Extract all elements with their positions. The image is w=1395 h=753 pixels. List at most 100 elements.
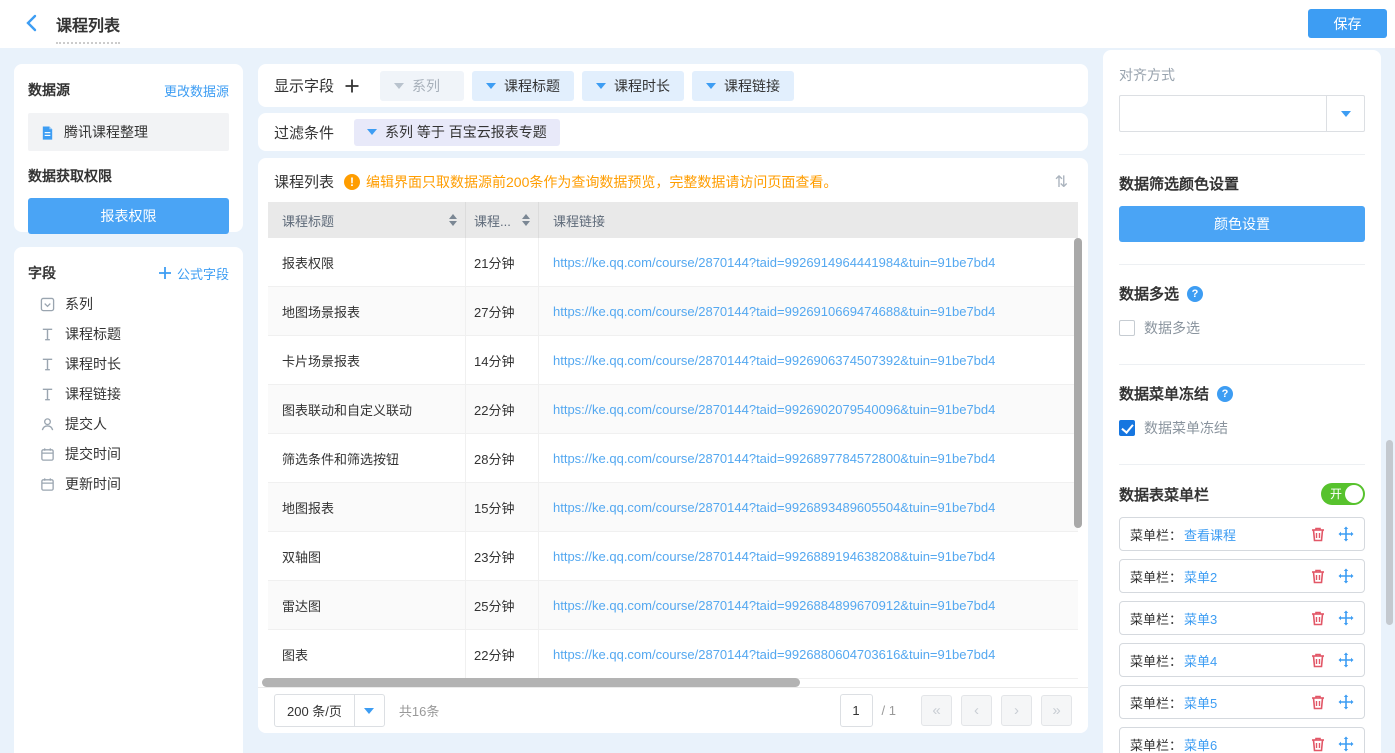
menu-item[interactable]: 菜单栏： 菜单4 xyxy=(1119,643,1365,677)
move-icon[interactable] xyxy=(1338,736,1354,752)
multi-select-checkbox-row[interactable]: 数据多选 xyxy=(1119,318,1365,338)
save-button[interactable]: 保存 xyxy=(1308,9,1387,38)
prev-page-button[interactable]: ‹ xyxy=(961,695,992,726)
sort-icon[interactable] xyxy=(522,214,530,226)
add-display-field-icon[interactable] xyxy=(344,78,360,94)
back-icon[interactable] xyxy=(22,13,42,33)
change-datasource-link[interactable]: 更改数据源 xyxy=(164,81,229,100)
chevron-down-icon xyxy=(367,129,377,135)
chevron-down-icon xyxy=(486,83,496,89)
select-field-icon xyxy=(40,297,55,312)
page-title: 课程列表 xyxy=(56,12,120,44)
menu-item[interactable]: 菜单栏： 菜单3 xyxy=(1119,601,1365,635)
multi-select-checkbox-label: 数据多选 xyxy=(1144,318,1200,338)
page-number-input[interactable]: 1 xyxy=(840,694,873,727)
menu-item-value[interactable]: 菜单6 xyxy=(1184,735,1217,753)
chevron-down-icon xyxy=(596,83,606,89)
menu-item-prefix: 菜单栏： xyxy=(1130,651,1182,670)
field-item[interactable]: 课程标题 xyxy=(28,319,229,349)
course-link[interactable]: https://ke.qq.com/course/2870144?taid=99… xyxy=(553,647,995,662)
color-settings-button[interactable]: 颜色设置 xyxy=(1119,206,1365,242)
move-icon[interactable] xyxy=(1338,568,1354,584)
display-fields-bar: 显示字段 系列 课程标题 课程时长 课程链接 xyxy=(258,64,1088,107)
display-field-tag[interactable]: 系列 xyxy=(380,71,464,101)
menubar-toggle-on[interactable]: 开 xyxy=(1321,483,1365,505)
cell-course-duration: 15分钟 xyxy=(466,483,539,531)
column-header-title[interactable]: 课程标题 xyxy=(268,202,466,238)
last-page-button[interactable]: » xyxy=(1041,695,1072,726)
help-icon[interactable]: ? xyxy=(1187,286,1203,302)
next-page-button[interactable]: › xyxy=(1001,695,1032,726)
page-size-select[interactable]: 200 条/页 xyxy=(274,694,385,727)
table-vertical-scrollbar[interactable] xyxy=(1074,238,1082,528)
display-field-tag[interactable]: 课程时长 xyxy=(582,71,684,101)
course-link[interactable]: https://ke.qq.com/course/2870144?taid=99… xyxy=(553,353,995,368)
field-item[interactable]: 课程时长 xyxy=(28,349,229,379)
move-icon[interactable] xyxy=(1338,652,1354,668)
checkbox-checked[interactable] xyxy=(1119,420,1135,436)
checkbox-unchecked[interactable] xyxy=(1119,320,1135,336)
menu-item-value[interactable]: 菜单3 xyxy=(1184,609,1217,628)
delete-icon[interactable] xyxy=(1310,736,1326,752)
text-field-icon xyxy=(40,357,55,372)
table-row: 雷达图 25分钟 https://ke.qq.com/course/287014… xyxy=(268,581,1078,630)
person-icon xyxy=(40,417,55,432)
menu-item[interactable]: 菜单栏： 菜单6 xyxy=(1119,727,1365,753)
delete-icon[interactable] xyxy=(1310,568,1326,584)
menu-item-prefix: 菜单栏： xyxy=(1130,735,1182,753)
menu-item-value[interactable]: 查看课程 xyxy=(1184,525,1236,544)
course-link[interactable]: https://ke.qq.com/course/2870144?taid=99… xyxy=(553,402,995,417)
menu-item-prefix: 菜单栏： xyxy=(1130,567,1182,586)
file-icon xyxy=(40,125,55,140)
menu-freeze-checkbox-row[interactable]: 数据菜单冻结 xyxy=(1119,418,1365,438)
page-scrollbar[interactable] xyxy=(1386,440,1393,625)
sort-order-icon[interactable]: ⇅ xyxy=(1055,172,1072,192)
field-label: 课程时长 xyxy=(65,354,121,374)
cell-course-link: https://ke.qq.com/course/2870144?taid=99… xyxy=(539,434,1078,482)
delete-icon[interactable] xyxy=(1310,610,1326,626)
add-formula-field-link[interactable]: 公式字段 xyxy=(158,264,229,283)
cell-course-duration: 23分钟 xyxy=(466,532,539,580)
calendar-icon xyxy=(40,477,55,492)
filter-condition-tag[interactable]: 系列 等于 百宝云报表专题 xyxy=(354,119,560,146)
move-icon[interactable] xyxy=(1338,526,1354,542)
course-link[interactable]: https://ke.qq.com/course/2870144?taid=99… xyxy=(553,500,995,515)
delete-icon[interactable] xyxy=(1310,526,1326,542)
table-horizontal-scrollbar[interactable] xyxy=(262,678,800,687)
display-field-tag[interactable]: 课程标题 xyxy=(472,71,574,101)
align-label: 对齐方式 xyxy=(1119,65,1365,85)
cell-course-link: https://ke.qq.com/course/2870144?taid=99… xyxy=(539,385,1078,433)
first-page-button[interactable]: « xyxy=(921,695,952,726)
delete-icon[interactable] xyxy=(1310,652,1326,668)
help-icon[interactable]: ? xyxy=(1217,386,1233,402)
menu-item[interactable]: 菜单栏： 菜单2 xyxy=(1119,559,1365,593)
cell-course-title: 报表权限 xyxy=(268,238,466,286)
move-icon[interactable] xyxy=(1338,694,1354,710)
course-link[interactable]: https://ke.qq.com/course/2870144?taid=99… xyxy=(553,549,995,564)
menu-item-prefix: 菜单栏： xyxy=(1130,609,1182,628)
datasource-item[interactable]: 腾讯课程整理 xyxy=(28,113,229,151)
report-permission-button[interactable]: 报表权限 xyxy=(28,198,229,234)
cell-course-duration: 28分钟 xyxy=(466,434,539,482)
delete-icon[interactable] xyxy=(1310,694,1326,710)
field-item[interactable]: 提交时间 xyxy=(28,439,229,469)
column-header-duration[interactable]: 课程... xyxy=(466,202,539,238)
menu-item-value[interactable]: 菜单5 xyxy=(1184,693,1217,712)
move-icon[interactable] xyxy=(1338,610,1354,626)
course-link[interactable]: https://ke.qq.com/course/2870144?taid=99… xyxy=(553,451,995,466)
field-item[interactable]: 系列 xyxy=(28,289,229,319)
table-title: 课程列表 xyxy=(274,171,334,192)
course-link[interactable]: https://ke.qq.com/course/2870144?taid=99… xyxy=(553,304,995,319)
field-item[interactable]: 课程链接 xyxy=(28,379,229,409)
field-item[interactable]: 更新时间 xyxy=(28,469,229,499)
menu-item[interactable]: 菜单栏： 查看课程 xyxy=(1119,517,1365,551)
menu-item[interactable]: 菜单栏： 菜单5 xyxy=(1119,685,1365,719)
menu-item-value[interactable]: 菜单2 xyxy=(1184,567,1217,586)
field-item[interactable]: 提交人 xyxy=(28,409,229,439)
course-link[interactable]: https://ke.qq.com/course/2870144?taid=99… xyxy=(553,255,995,270)
display-field-tag[interactable]: 课程链接 xyxy=(692,71,794,101)
align-select[interactable] xyxy=(1119,95,1365,132)
course-link[interactable]: https://ke.qq.com/course/2870144?taid=99… xyxy=(553,598,995,613)
sort-icon[interactable] xyxy=(449,214,457,226)
menu-item-value[interactable]: 菜单4 xyxy=(1184,651,1217,670)
